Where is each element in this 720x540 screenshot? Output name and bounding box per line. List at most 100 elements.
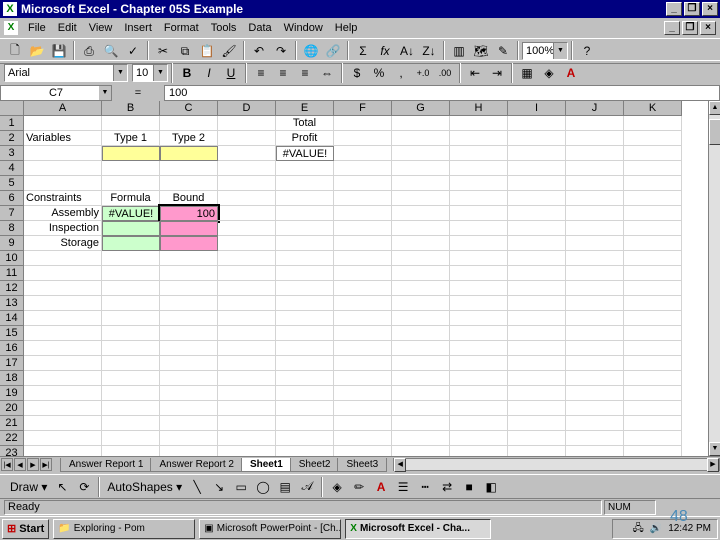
sheet-tab-sheet3[interactable]: Sheet3 bbox=[337, 457, 388, 472]
name-box[interactable]: C7 ▼ bbox=[0, 84, 112, 101]
paste-icon[interactable]: 📋 bbox=[196, 40, 218, 62]
cell-j7[interactable] bbox=[566, 206, 624, 221]
cell-c13[interactable] bbox=[160, 296, 218, 311]
cell-h8[interactable] bbox=[450, 221, 508, 236]
formula-input[interactable]: 100 bbox=[164, 84, 720, 101]
cell-k5[interactable] bbox=[624, 176, 682, 191]
cell-f18[interactable] bbox=[334, 371, 392, 386]
cell-d18[interactable] bbox=[218, 371, 276, 386]
column-header-k[interactable]: K bbox=[624, 101, 682, 116]
line-icon[interactable]: ╲ bbox=[186, 476, 208, 498]
row-header-15[interactable]: 15 bbox=[0, 326, 24, 341]
cell-e10[interactable] bbox=[276, 251, 334, 266]
rectangle-icon[interactable]: ▭ bbox=[230, 476, 252, 498]
font-color-icon[interactable]: A bbox=[560, 62, 582, 84]
save-icon[interactable]: 💾 bbox=[48, 40, 70, 62]
cell-a16[interactable] bbox=[24, 341, 102, 356]
chart-wizard-icon[interactable]: ▥ bbox=[448, 40, 470, 62]
cell-g23[interactable] bbox=[392, 446, 450, 456]
cell-g6[interactable] bbox=[392, 191, 450, 206]
cell-k20[interactable] bbox=[624, 401, 682, 416]
column-header-f[interactable]: F bbox=[334, 101, 392, 116]
cell-a15[interactable] bbox=[24, 326, 102, 341]
cell-a19[interactable] bbox=[24, 386, 102, 401]
first-sheet-icon[interactable]: |◀ bbox=[1, 458, 13, 471]
next-sheet-icon[interactable]: ▶ bbox=[27, 458, 39, 471]
menu-edit[interactable]: Edit bbox=[52, 22, 83, 34]
cell-d2[interactable] bbox=[218, 131, 276, 146]
cell-h15[interactable] bbox=[450, 326, 508, 341]
cell-c2[interactable]: Type 2 bbox=[160, 131, 218, 146]
cell-h22[interactable] bbox=[450, 431, 508, 446]
cell-b12[interactable] bbox=[102, 281, 160, 296]
workbook-icon[interactable]: X bbox=[4, 21, 18, 35]
cell-d11[interactable] bbox=[218, 266, 276, 281]
cell-h12[interactable] bbox=[450, 281, 508, 296]
cell-d17[interactable] bbox=[218, 356, 276, 371]
menu-format[interactable]: Format bbox=[158, 22, 205, 34]
cell-g11[interactable] bbox=[392, 266, 450, 281]
underline-icon[interactable]: U bbox=[220, 62, 242, 84]
decrease-decimal-icon[interactable]: .00 bbox=[434, 62, 456, 84]
cell-d6[interactable] bbox=[218, 191, 276, 206]
cell-c20[interactable] bbox=[160, 401, 218, 416]
cell-j8[interactable] bbox=[566, 221, 624, 236]
task-excel[interactable]: X Microsoft Excel - Cha... bbox=[345, 518, 492, 539]
cell-e4[interactable] bbox=[276, 161, 334, 176]
prev-sheet-icon[interactable]: ◀ bbox=[14, 458, 26, 471]
font-color-icon[interactable]: A bbox=[370, 476, 392, 498]
vertical-scrollbar[interactable]: ▲ ▼ bbox=[708, 101, 720, 456]
cell-f4[interactable] bbox=[334, 161, 392, 176]
row-header-17[interactable]: 17 bbox=[0, 356, 24, 371]
cell-c11[interactable] bbox=[160, 266, 218, 281]
cell-i8[interactable] bbox=[508, 221, 566, 236]
cell-b22[interactable] bbox=[102, 431, 160, 446]
text-box-icon[interactable]: ▤ bbox=[274, 476, 296, 498]
autoshapes-menu-button[interactable]: AutoShapes ▾ bbox=[103, 476, 186, 498]
row-header-13[interactable]: 13 bbox=[0, 296, 24, 311]
cell-g5[interactable] bbox=[392, 176, 450, 191]
cell-k10[interactable] bbox=[624, 251, 682, 266]
cell-c7[interactable]: 100 bbox=[158, 204, 220, 223]
menu-window[interactable]: Window bbox=[278, 22, 329, 34]
hyperlink-icon[interactable]: 🔗 bbox=[322, 40, 344, 62]
align-right-icon[interactable]: ≡ bbox=[294, 62, 316, 84]
cell-a6[interactable]: Constraints bbox=[24, 191, 102, 206]
chevron-down-icon[interactable]: ▼ bbox=[99, 85, 111, 100]
cell-a17[interactable] bbox=[24, 356, 102, 371]
cell-b16[interactable] bbox=[102, 341, 160, 356]
cell-i9[interactable] bbox=[508, 236, 566, 251]
cell-k2[interactable] bbox=[624, 131, 682, 146]
cell-k21[interactable] bbox=[624, 416, 682, 431]
cell-c19[interactable] bbox=[160, 386, 218, 401]
cell-k12[interactable] bbox=[624, 281, 682, 296]
row-header-1[interactable]: 1 bbox=[0, 116, 24, 131]
merge-center-icon[interactable]: ⇔ bbox=[316, 62, 338, 84]
cell-i22[interactable] bbox=[508, 431, 566, 446]
cell-i20[interactable] bbox=[508, 401, 566, 416]
last-sheet-icon[interactable]: ▶| bbox=[40, 458, 52, 471]
cell-k11[interactable] bbox=[624, 266, 682, 281]
cell-j9[interactable] bbox=[566, 236, 624, 251]
cell-g20[interactable] bbox=[392, 401, 450, 416]
sheet-tab-answer-report-1[interactable]: Answer Report 1 bbox=[60, 457, 153, 472]
sort-descending-icon[interactable]: Z↓ bbox=[418, 40, 440, 62]
cell-e5[interactable] bbox=[276, 176, 334, 191]
cell-i5[interactable] bbox=[508, 176, 566, 191]
cell-i19[interactable] bbox=[508, 386, 566, 401]
cell-e23[interactable] bbox=[276, 446, 334, 456]
cell-i4[interactable] bbox=[508, 161, 566, 176]
cell-i17[interactable] bbox=[508, 356, 566, 371]
cell-f5[interactable] bbox=[334, 176, 392, 191]
cell-h13[interactable] bbox=[450, 296, 508, 311]
cell-g1[interactable] bbox=[392, 116, 450, 131]
line-style-icon[interactable]: ☰ bbox=[392, 476, 414, 498]
doc-minimize-button[interactable]: _ bbox=[664, 21, 680, 35]
free-rotate-icon[interactable]: ⟳ bbox=[73, 476, 95, 498]
scroll-down-icon[interactable]: ▼ bbox=[709, 442, 720, 456]
print-icon[interactable]: ⎙ bbox=[78, 40, 100, 62]
minimize-button[interactable]: _ bbox=[666, 2, 682, 16]
row-header-6[interactable]: 6 bbox=[0, 191, 24, 206]
cell-d1[interactable] bbox=[218, 116, 276, 131]
help-icon[interactable]: ? bbox=[576, 40, 598, 62]
